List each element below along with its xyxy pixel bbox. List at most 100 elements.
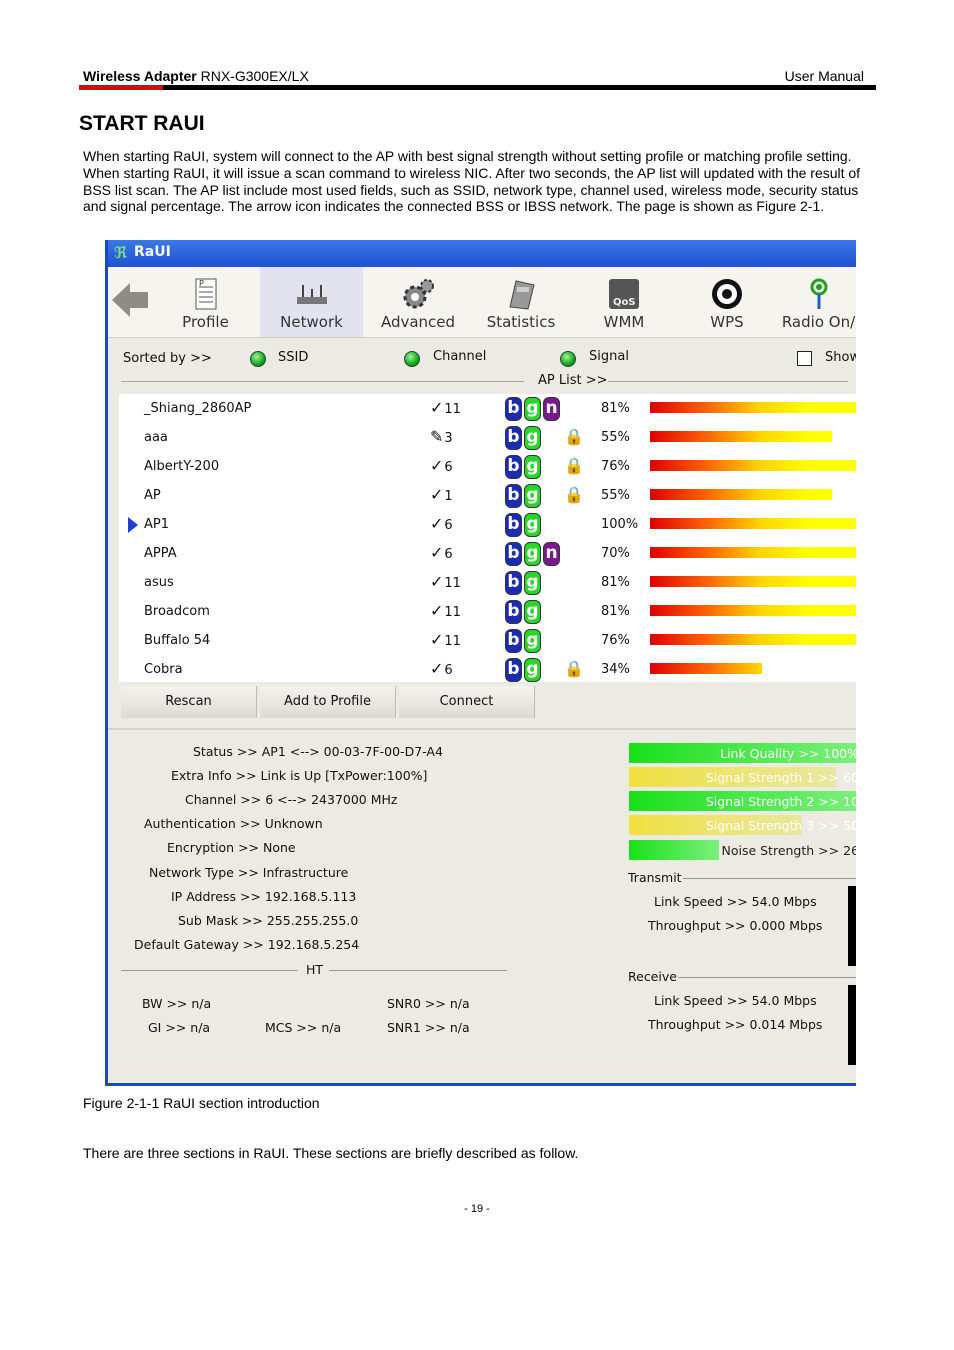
ap-ssid: asus [144, 575, 174, 590]
mode-b-icon: b [505, 571, 522, 595]
ap-ssid: APPA [144, 546, 177, 561]
toolbar-statistics[interactable]: Statistics [471, 267, 571, 337]
ap-channel: ✓6 [430, 543, 453, 562]
ht-mcs: MCS >> n/a [265, 1020, 342, 1035]
ap-ssid: _Shiang_2860AP [144, 401, 252, 416]
infrastructure-icon: ✓ [430, 514, 444, 533]
header-rule [79, 85, 876, 90]
default-gateway-line: Default Gateway >> 192.168.5.254 [134, 937, 360, 952]
qos-icon: QoS [609, 279, 639, 309]
ap-signal-percent: 55% [601, 430, 630, 445]
status-line: Status >> AP1 <--> 00-03-7F-00-D7-A4 [193, 744, 443, 759]
sorted-by-label: Sorted by >> [123, 351, 212, 366]
toolbar-advanced[interactable]: Advanced [368, 267, 468, 337]
table-row[interactable]: APPA ✓6 b g n 70% [119, 539, 856, 568]
ap-signal-percent: 100% [601, 517, 639, 532]
mode-g-icon: g [524, 658, 541, 682]
ap-ssid: Buffalo 54 [144, 633, 211, 648]
table-row[interactable]: aaa ✎3 b g 🔒 55% [119, 423, 856, 452]
intro-paragraph: When starting RaUI, system will connect … [83, 148, 861, 215]
receive-link-speed: Link Speed >> 54.0 Mbps [654, 993, 817, 1008]
mode-b-icon: b [505, 455, 522, 479]
lock-icon: 🔒 [564, 485, 584, 504]
ap-ssid: AlbertY-200 [144, 459, 220, 474]
infrastructure-icon: ✎ [430, 427, 444, 446]
ap-list-divider-left [121, 381, 524, 382]
ap-signal-bar [650, 402, 856, 413]
toolbar-wps[interactable]: WPS [677, 267, 777, 337]
mode-g-icon: g [524, 513, 541, 537]
ap-signal-bar [650, 605, 856, 616]
mode-g-icon: g [524, 571, 541, 595]
receive-graph [848, 985, 856, 1065]
signal-strength-1-bar: Signal Strength 1 >> 60 [629, 767, 856, 787]
ht-snr1: SNR1 >> n/a [387, 1020, 470, 1035]
sort-signal-radio[interactable] [560, 351, 576, 367]
gear-icon [403, 279, 434, 309]
ap-signal-bar [650, 547, 856, 558]
rescan-button[interactable]: Rescan [121, 686, 257, 718]
lock-icon: 🔒 [564, 427, 584, 446]
mode-b-icon: b [505, 397, 522, 421]
ap-signal-percent: 55% [601, 488, 630, 503]
ap-list[interactable]: _Shiang_2860AP ✓11 b g n 81% aaa ✎3 b g 🔒 55% Albert… [119, 394, 856, 682]
infrastructure-icon: ✓ [430, 398, 444, 417]
signal-strength-2-bar: Signal Strength 2 >> 10 [629, 791, 856, 811]
encryption-line: Encryption >> None [167, 840, 296, 855]
figure-caption: Figure 2-1-1 RaUI section introduction [83, 1095, 320, 1111]
ap-list-divider-right [608, 381, 848, 382]
table-row[interactable]: _Shiang_2860AP ✓11 b g n 81% [119, 394, 856, 423]
mode-g-icon: g [524, 426, 541, 450]
sort-signal-label: Signal [589, 349, 629, 364]
sort-channel-radio[interactable] [404, 351, 420, 367]
infrastructure-icon: ✓ [430, 485, 444, 504]
ht-bw: BW >> n/a [142, 996, 212, 1011]
wps-icon [712, 279, 742, 309]
ap-list-label: AP List >> [538, 373, 608, 388]
infrastructure-icon: ✓ [430, 543, 444, 562]
ap-signal-bar [650, 431, 832, 442]
ap-channel: ✓1 [430, 485, 453, 504]
network-type-line: Network Type >> Infrastructure [149, 865, 349, 880]
infrastructure-icon: ✓ [430, 659, 444, 678]
show-checkbox[interactable] [797, 351, 812, 366]
mode-n-icon: n [543, 542, 560, 566]
ap-signal-bar [650, 576, 856, 587]
table-row[interactable]: AlbertY-200 ✓6 b g 🔒 76% [119, 452, 856, 481]
link-quality-bar: Link Quality >> 100% [629, 743, 856, 763]
ht-label: HT [306, 962, 324, 977]
ap-signal-percent: 34% [601, 662, 630, 677]
ap-channel: ✓6 [430, 659, 453, 678]
toolbar-profile[interactable]: P Profile [163, 267, 248, 337]
table-row[interactable]: Buffalo 54 ✓11 b g 76% [119, 626, 856, 655]
sort-ssid-radio[interactable] [250, 351, 266, 367]
table-row[interactable]: AP1 ✓6 b g 100% [119, 510, 856, 539]
table-row[interactable]: Cobra ✓6 b g 🔒 34% [119, 655, 856, 684]
receive-divider [678, 977, 856, 978]
mode-g-icon: g [524, 397, 541, 421]
toolbar-radio[interactable]: Radio On/ [776, 267, 856, 337]
table-row[interactable]: AP ✓1 b g 🔒 55% [119, 481, 856, 510]
connect-button[interactable]: Connect [399, 686, 535, 718]
ap-signal-bar [650, 634, 856, 645]
receive-throughput: Throughput >> 0.014 Mbps [648, 1017, 823, 1032]
back-arrow-icon[interactable] [112, 283, 148, 320]
header-manual: User Manual [784, 68, 864, 84]
channel-line: Channel >> 6 <--> 2437000 MHz [185, 792, 398, 807]
sections-paragraph: There are three sections in RaUI. These … [83, 1145, 579, 1161]
ap-channel: ✓11 [430, 630, 461, 649]
sort-channel-label: Channel [433, 349, 487, 364]
infrastructure-icon: ✓ [430, 456, 444, 475]
calculator-icon [509, 280, 535, 310]
table-row[interactable]: Broadcom ✓11 b g 81% [119, 597, 856, 626]
header-title: Wireless Adapter RNX-G300EX/LX [83, 68, 309, 84]
add-to-profile-button[interactable]: Add to Profile [260, 686, 396, 718]
table-row[interactable]: asus ✓11 b g 81% [119, 568, 856, 597]
ap-channel: ✓6 [430, 456, 453, 475]
transmit-graph [848, 886, 856, 966]
mode-n-icon: n [543, 397, 560, 421]
toolbar-network[interactable]: Network [260, 267, 363, 337]
mode-b-icon: b [505, 484, 522, 508]
mode-b-icon: b [505, 426, 522, 450]
toolbar-wmm[interactable]: QoS WMM [574, 267, 674, 337]
